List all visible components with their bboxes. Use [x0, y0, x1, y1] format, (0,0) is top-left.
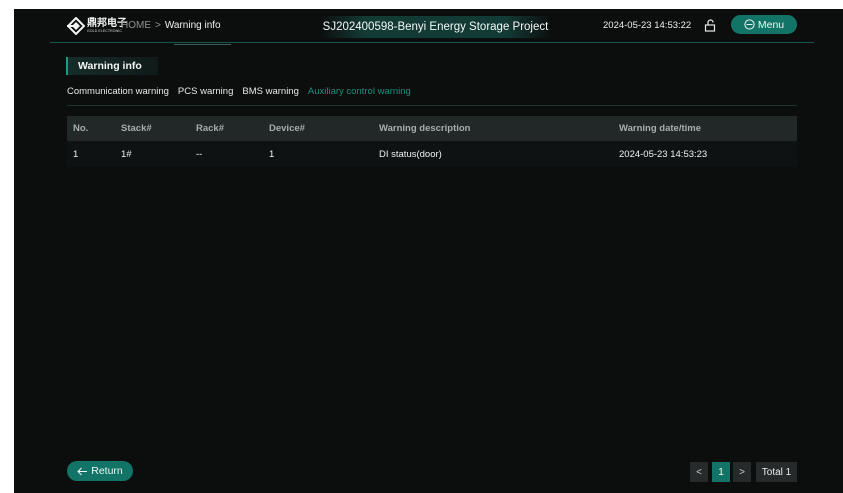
column-header-description: Warning description	[379, 123, 471, 134]
breadcrumb-current: Warning info	[164, 20, 221, 31]
menu-circle-icon	[744, 19, 755, 30]
column-header-datetime: Warning date/time	[619, 123, 701, 134]
breadcrumb-home-link[interactable]: HOME	[121, 20, 151, 31]
page-title: SJ202400598-Benyi Energy Storage Project	[322, 21, 549, 33]
project-title-box: SJ202400598-Benyi Energy Storage Project	[319, 16, 552, 38]
column-header-rack: Rack#	[196, 123, 224, 134]
warning-tabs: Communication warning PCS warning BMS wa…	[67, 86, 420, 97]
breadcrumb-separator: >	[155, 20, 161, 31]
prev-page-button[interactable]: <	[690, 462, 708, 482]
app-window: 鼎邦电子 GOLD ELECTRONIC HOME > Warning info…	[14, 9, 843, 493]
column-header-device: Device#	[269, 123, 305, 134]
cell-stack: 1#	[121, 148, 132, 160]
column-header-stack: Stack#	[121, 123, 152, 134]
tab-auxiliary-control-warning[interactable]: Auxiliary control warning	[308, 86, 411, 97]
menu-button[interactable]: Menu	[731, 15, 797, 34]
column-header-no: No.	[73, 123, 89, 134]
logo: 鼎邦电子 GOLD ELECTRONIC	[67, 17, 127, 35]
next-page-button[interactable]: >	[733, 462, 751, 482]
current-datetime: 2024-05-23 14:53:22	[603, 20, 692, 31]
header-divider	[50, 42, 814, 43]
unlock-icon[interactable]	[704, 19, 716, 32]
cell-device: 1	[269, 148, 275, 160]
tab-bms-warning[interactable]: BMS warning	[242, 86, 299, 97]
tabs-divider	[67, 105, 797, 106]
table-row[interactable]: 1 1# -- 1 DI status(door) 2024-05-23 14:…	[67, 141, 797, 167]
page-number-button[interactable]: 1	[712, 462, 730, 482]
tab-communication-warning[interactable]: Communication warning	[67, 86, 169, 97]
section-title: Warning info	[66, 57, 158, 75]
breadcrumb-underline	[174, 44, 231, 45]
cell-no: 1	[73, 148, 79, 160]
table-header: No. Stack# Rack# Device# Warning descrip…	[67, 116, 797, 141]
cell-datetime: 2024-05-23 14:53:23	[619, 148, 708, 160]
logo-icon	[67, 17, 85, 35]
arrow-left-icon	[77, 467, 88, 475]
return-button-label: Return	[91, 465, 123, 477]
tab-pcs-warning[interactable]: PCS warning	[178, 86, 233, 97]
cell-description: DI status(door)	[379, 148, 442, 160]
breadcrumb: HOME > Warning info	[121, 20, 221, 31]
total-count: Total 1	[756, 462, 797, 482]
menu-button-label: Menu	[757, 18, 785, 31]
cell-rack: --	[196, 148, 203, 160]
warning-table: No. Stack# Rack# Device# Warning descrip…	[67, 116, 797, 167]
return-button[interactable]: Return	[67, 461, 133, 481]
